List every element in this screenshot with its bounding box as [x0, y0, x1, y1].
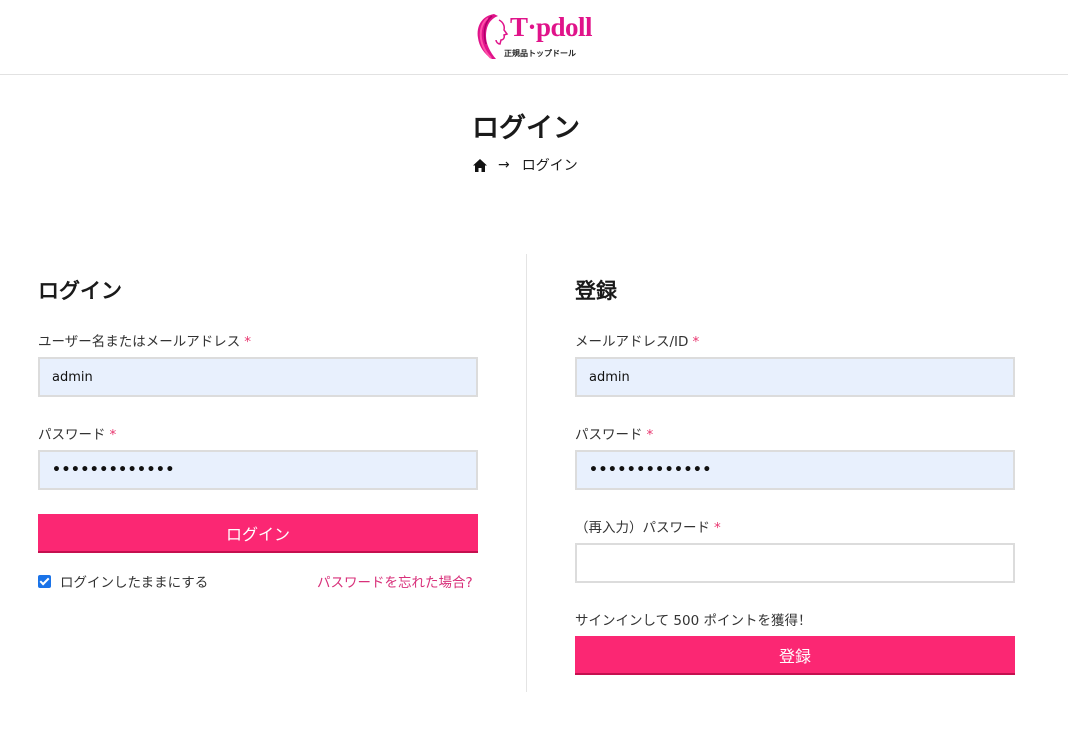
confirm-password-input[interactable]	[575, 543, 1015, 583]
login-password-input[interactable]: •••••••••••••	[38, 450, 478, 490]
required-mark: *	[646, 427, 654, 443]
remember-label: ログインしたままにする	[60, 575, 209, 591]
breadcrumb-arrow: →	[498, 157, 510, 173]
confirm-password-label: （再入力）パスワード *	[575, 520, 721, 536]
required-mark: *	[692, 334, 700, 350]
points-promo-text: サインインして 500 ポイントを獲得！	[575, 613, 812, 629]
username-input[interactable]: admin	[38, 357, 478, 397]
login-password-label: パスワード *	[38, 427, 117, 443]
forgot-password-link[interactable]: パスワードを忘れた場合?	[317, 571, 473, 591]
home-icon[interactable]	[472, 158, 488, 173]
register-password-input[interactable]: •••••••••••••	[575, 450, 1015, 490]
site-header: T·pdoll 正規品トップドール	[0, 0, 1068, 75]
email-label: メールアドレス/ID *	[575, 334, 700, 350]
username-label: ユーザー名またはメールアドレス *	[38, 334, 251, 350]
required-mark: *	[714, 520, 721, 536]
remember-me[interactable]: ログインしたままにする	[38, 571, 208, 591]
breadcrumb: → ログイン	[472, 155, 578, 175]
logo-wordmark: T·pdoll	[510, 12, 593, 42]
login-title: ログイン	[38, 279, 122, 303]
page-title: ログイン	[472, 113, 580, 144]
remember-checkbox[interactable]	[38, 574, 51, 588]
register-title: 登録	[575, 279, 617, 303]
site-logo[interactable]: T·pdoll 正規品トップドール	[474, 12, 593, 62]
column-divider	[526, 254, 527, 692]
breadcrumb-current: ログイン	[521, 158, 578, 174]
email-input[interactable]: admin	[575, 357, 1015, 397]
register-button[interactable]: 登録	[575, 636, 1015, 675]
required-mark: *	[109, 427, 117, 443]
login-button[interactable]: ログイン	[38, 514, 478, 553]
register-password-label: パスワード *	[575, 427, 654, 443]
logo-subtitle: 正規品トップドール	[504, 49, 576, 58]
required-mark: *	[244, 334, 251, 350]
